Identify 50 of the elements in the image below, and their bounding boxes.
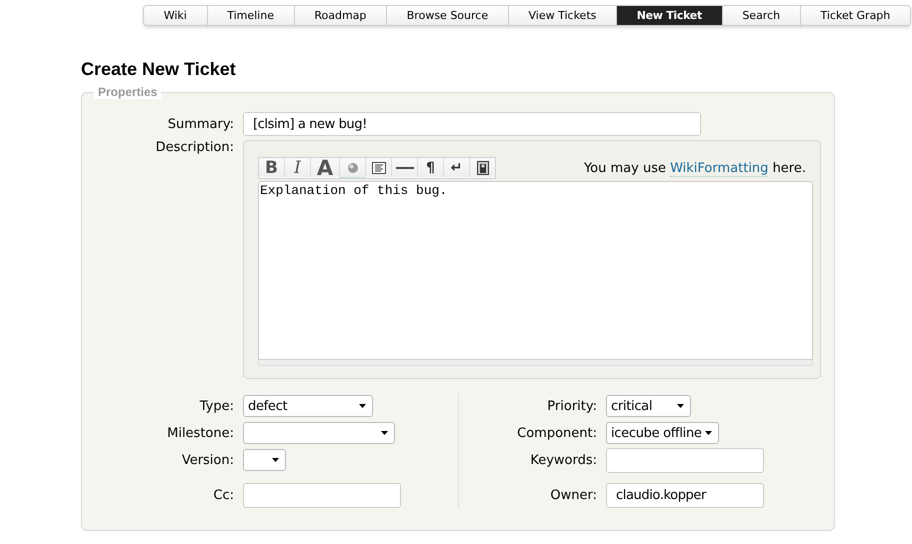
input-field[interactable]: claudio.kopper bbox=[606, 482, 764, 508]
page-title: Create New Ticket bbox=[81, 58, 237, 80]
bold-button[interactable]: B bbox=[259, 158, 285, 177]
field-label: Owner: bbox=[549, 488, 597, 502]
nav-tab[interactable]: Timeline bbox=[208, 6, 295, 25]
nav-tab[interactable]: Roadmap bbox=[294, 6, 388, 25]
dropdown[interactable]: defect bbox=[243, 395, 373, 417]
caret-icon bbox=[359, 404, 366, 408]
dropdown[interactable]: icecube offline bbox=[606, 422, 719, 444]
resize-handle[interactable] bbox=[258, 360, 813, 366]
nav-tab[interactable]: Browse Source bbox=[387, 6, 509, 25]
nav-tab[interactable]: View Tickets bbox=[508, 6, 618, 25]
input-field[interactable] bbox=[606, 448, 764, 472]
field-label: Cc: bbox=[212, 488, 234, 502]
hint-text: You may use WikiFormatting here. bbox=[584, 160, 806, 176]
field-label: Component: bbox=[516, 426, 597, 440]
dropdown[interactable] bbox=[243, 449, 286, 471]
field-label: Type: bbox=[198, 398, 234, 414]
horizontal-rule-icon bbox=[396, 166, 414, 170]
nav-tab[interactable]: New Ticket bbox=[617, 6, 723, 25]
nav-tab[interactable]: Wiki bbox=[144, 6, 208, 25]
wiki-formatting-link[interactable]: WikiFormatting bbox=[670, 160, 768, 176]
input-field[interactable] bbox=[243, 482, 401, 508]
caret-icon bbox=[272, 458, 279, 462]
nav-tab[interactable]: Search bbox=[722, 6, 801, 25]
italic-button[interactable]: I bbox=[285, 158, 311, 177]
heading-button[interactable]: A bbox=[311, 158, 340, 177]
caret-icon bbox=[705, 431, 712, 435]
code-block-icon bbox=[372, 162, 386, 174]
image-icon bbox=[476, 160, 488, 174]
dropdown[interactable]: critical bbox=[606, 395, 691, 417]
field-label: Summary: bbox=[166, 116, 234, 132]
field-label: Milestone: bbox=[166, 426, 234, 440]
rule-button[interactable] bbox=[392, 158, 418, 177]
summary-field[interactable]: [clsim] a new bug! bbox=[243, 112, 701, 136]
field-label: Priority: bbox=[546, 398, 597, 414]
dropdown[interactable] bbox=[243, 422, 395, 444]
caret-icon bbox=[677, 404, 684, 408]
caret-icon bbox=[381, 431, 388, 435]
globe-icon bbox=[346, 162, 358, 174]
description-field[interactable]: Explanation of this bug. bbox=[258, 181, 813, 360]
panel-legend: Properties bbox=[94, 85, 162, 99]
line-break-button[interactable]: ↵ bbox=[444, 158, 470, 177]
field-label: Version: bbox=[180, 452, 234, 468]
code-button[interactable] bbox=[366, 158, 392, 177]
field-label: Description: bbox=[154, 140, 234, 155]
field-label: Keywords: bbox=[529, 452, 597, 468]
image-button[interactable] bbox=[470, 158, 495, 177]
paragraph-button[interactable]: ¶ bbox=[418, 158, 444, 177]
nav-tab[interactable]: Ticket Graph bbox=[800, 6, 910, 25]
